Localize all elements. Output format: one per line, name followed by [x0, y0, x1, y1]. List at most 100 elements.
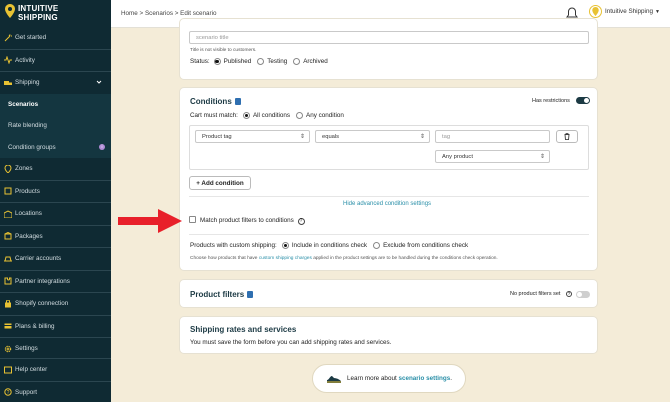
radio-label: Include in conditions check	[291, 242, 368, 249]
match-filters-checkbox[interactable]	[189, 216, 196, 223]
match-radio-all[interactable]: All conditions	[242, 112, 291, 119]
match-radio-any[interactable]: Any condition	[296, 112, 344, 119]
radio-label: Testing	[267, 58, 288, 65]
radio-icon	[257, 58, 265, 65]
scenario-title-card: scenario title Title is not visible to c…	[179, 18, 598, 80]
sidebar-item-condition-groups[interactable]: Condition groups i	[0, 136, 111, 158]
sidebar-item-plans-billing[interactable]: Plans & billing	[0, 316, 111, 338]
brand-line1: INTUITIVE	[18, 4, 59, 13]
select-value: Any product	[442, 153, 473, 160]
select-arrows-icon: ⇕	[419, 134, 425, 140]
toggle-knob	[577, 292, 582, 297]
sidebar-item-settings[interactable]: Settings	[0, 338, 111, 360]
divider	[189, 234, 589, 235]
select-arrows-icon: ⇕	[299, 134, 305, 140]
radio-label: Archived	[303, 58, 328, 65]
condition-operator-select[interactable]: equals ⇕	[315, 130, 430, 143]
sidebar-item-support[interactable]: ? Support	[0, 382, 111, 402]
product-filters-toggle[interactable]	[576, 291, 590, 298]
doc-icon[interactable]	[247, 291, 254, 298]
sidebar-item-scenarios[interactable]: Scenarios	[0, 93, 111, 115]
cart-match-label: Cart must match:	[190, 112, 238, 119]
sidebar-item-partner-integrations[interactable]: Partner integrations	[0, 271, 111, 293]
radio-label: Exclude from conditions check	[383, 242, 469, 249]
truck-icon	[4, 79, 12, 87]
sidebar-item-label: Plans & billing	[15, 322, 55, 330]
sidebar-item-locations[interactable]: Locations	[0, 203, 111, 225]
custom-charges-link[interactable]: custom shipping charges	[259, 256, 312, 261]
radio-label: Published	[223, 58, 252, 65]
custom-shipping-row: Products with custom shipping: Include i…	[190, 242, 474, 249]
learn-more-text: Learn more about	[346, 375, 397, 382]
caret-down-icon: ▼	[654, 8, 660, 15]
radio-icon	[373, 242, 381, 249]
sidebar-item-packages[interactable]: Packages	[0, 226, 111, 248]
radio-icon	[296, 112, 304, 119]
delete-condition-button[interactable]	[556, 130, 578, 143]
condition-value-input[interactable]: tag	[435, 130, 550, 143]
help-circle-icon[interactable]: ?	[297, 218, 305, 225]
custom-radio-include[interactable]: Include in conditions check	[281, 242, 368, 249]
status-radio-archived[interactable]: Archived	[293, 58, 328, 65]
select-value: equals	[322, 133, 340, 140]
status-row: Status: Published Testing Archived	[190, 58, 334, 65]
sidebar-item-label: Shopify connection	[15, 300, 69, 308]
doc-icon[interactable]	[234, 98, 241, 105]
pin-icon	[4, 164, 12, 173]
sidebar-item-shipping[interactable]: Shipping	[0, 72, 111, 94]
sidebar-item-label: Shipping	[15, 79, 40, 87]
condition-scope-select[interactable]: Any product ⇕	[435, 150, 550, 163]
sidebar-item-label: Condition groups	[8, 143, 56, 151]
box-icon	[4, 187, 12, 195]
sidebar-item-shopify-connection[interactable]: Shopify connection	[0, 293, 111, 315]
svg-text:?: ?	[7, 390, 10, 396]
scenario-title-input[interactable]: scenario title	[189, 31, 589, 44]
condition-field-select[interactable]: Product tag ⇕	[195, 130, 310, 143]
puzzle-icon	[4, 277, 12, 285]
checkbox-label: Match product filters to conditions	[200, 217, 294, 224]
help-circle-icon[interactable]: ?	[566, 291, 572, 297]
select-arrows-icon: ⇕	[539, 154, 545, 160]
sidebar-item-rate-blending[interactable]: Rate blending	[0, 115, 111, 137]
sidebar-item-label: Packages	[15, 232, 43, 240]
breadcrumb[interactable]: Home > Scenarios > Edit scenario	[121, 10, 217, 17]
sidebar-item-get-started[interactable]: Get started	[0, 27, 111, 49]
radio-label: All conditions	[252, 112, 291, 119]
radio-label: Any condition	[306, 112, 344, 119]
status-radio-testing[interactable]: Testing	[257, 58, 287, 65]
shipping-rates-heading: Shipping rates and services	[190, 325, 297, 334]
condition-row: Product tag ⇕ equals ⇕ tag Any product ⇕	[189, 125, 589, 170]
toggle-knob	[584, 98, 589, 103]
shoe-icon	[326, 375, 341, 383]
brand-logo[interactable]: INTUITIVE SHIPPING	[5, 3, 105, 23]
learn-more-banner[interactable]: Learn more about scenario settings.	[312, 364, 466, 393]
heading-text: Product filters	[190, 290, 245, 299]
sidebar-item-label: Zones	[15, 165, 33, 173]
sidebar-item-activity[interactable]: Activity	[0, 50, 111, 72]
sidebar-item-carrier-accounts[interactable]: Carrier accounts	[0, 248, 111, 270]
red-arrow-icon	[118, 209, 182, 233]
custom-radio-exclude[interactable]: Exclude from conditions check	[373, 242, 468, 249]
sidebar-item-products[interactable]: Products	[0, 181, 111, 203]
heading-text: Conditions	[190, 97, 232, 106]
scenario-settings-link[interactable]: scenario settings	[398, 375, 450, 382]
custom-shipping-note: Choose how products that have custom shi…	[190, 256, 498, 261]
conditions-card: Conditions Has restrictions Cart must ma…	[179, 87, 598, 271]
radio-icon	[293, 58, 301, 65]
divider	[189, 196, 589, 197]
card-icon	[4, 322, 12, 330]
chevron-down-icon[interactable]	[96, 79, 102, 87]
advanced-settings-link[interactable]: Hide advanced condition settings	[343, 201, 431, 207]
account-menu[interactable]: Intuitive Shipping ▼	[589, 5, 660, 18]
restrictions-toggle[interactable]	[576, 97, 590, 104]
radio-icon	[242, 112, 250, 119]
learn-more-period: .	[450, 375, 452, 382]
radio-icon	[213, 58, 221, 65]
status-radio-published[interactable]: Published	[213, 58, 252, 65]
match-filters-row: Match product filters to conditions ?	[189, 216, 305, 225]
warehouse-icon	[4, 210, 12, 218]
sidebar-item-zones[interactable]: Zones	[0, 158, 111, 180]
sidebar-item-help-center[interactable]: Help center	[0, 359, 111, 381]
add-condition-button[interactable]: + Add condition	[189, 176, 251, 190]
support-icon: ?	[4, 388, 12, 396]
